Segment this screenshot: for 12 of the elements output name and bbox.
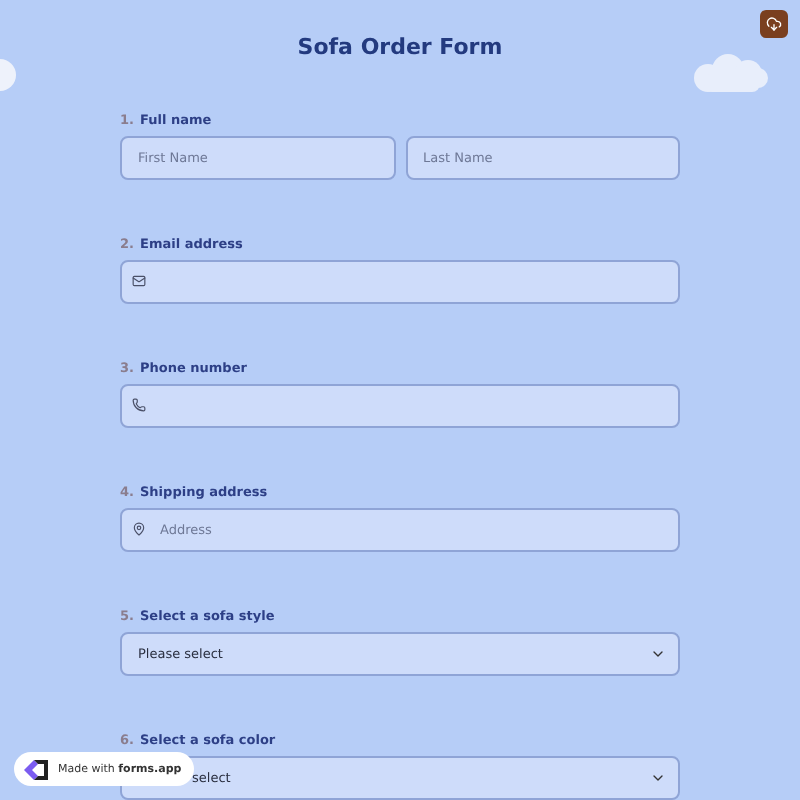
input-field[interactable] bbox=[120, 260, 680, 304]
mail-icon bbox=[132, 274, 146, 288]
cloud-download-icon bbox=[766, 16, 782, 32]
form-title: Sofa Order Form bbox=[297, 32, 503, 64]
phone-icon bbox=[132, 398, 146, 412]
input-field[interactable] bbox=[120, 384, 680, 428]
cloud-icon bbox=[692, 54, 768, 94]
map-pin-icon bbox=[132, 522, 146, 536]
download-button[interactable] bbox=[760, 10, 788, 38]
logo-icon bbox=[22, 757, 50, 781]
chevron-icon bbox=[650, 770, 666, 786]
chevron-icon bbox=[650, 646, 666, 662]
